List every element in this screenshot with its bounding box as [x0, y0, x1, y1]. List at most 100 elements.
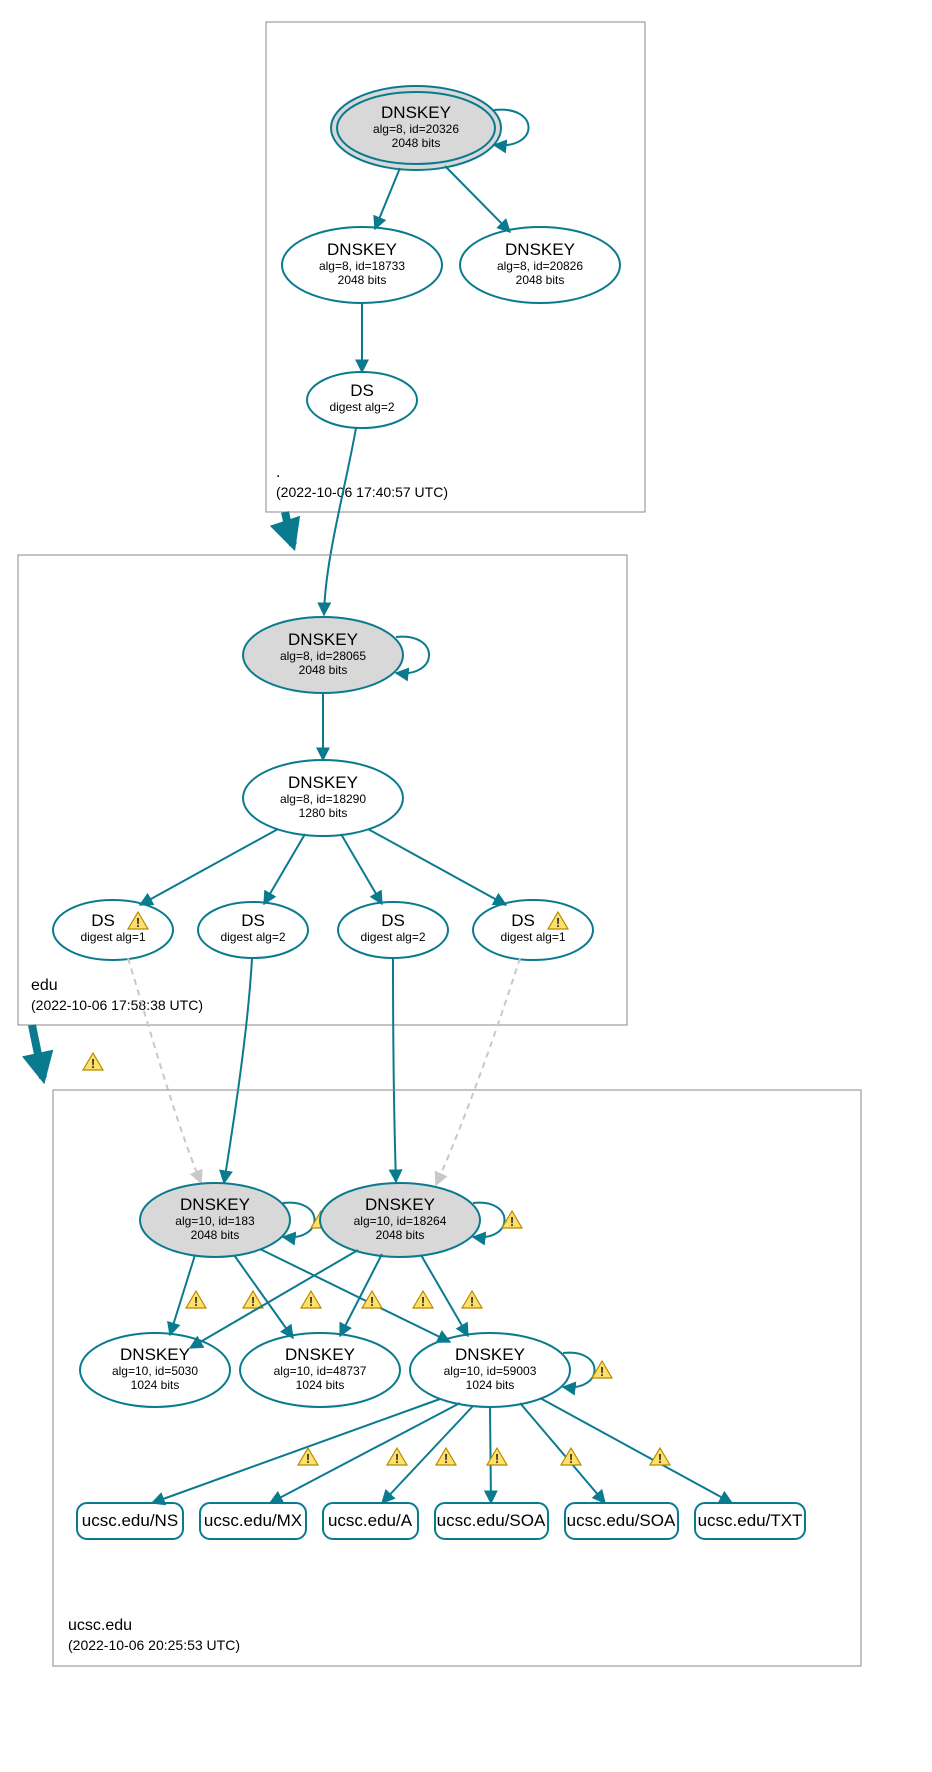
svg-text:digest alg=2: digest alg=2 [220, 930, 285, 944]
edge-root-ksk-zsk1 [375, 168, 400, 229]
edge-edu-ds2-ucsc-ksk1 [224, 958, 252, 1183]
warning-icon [462, 1291, 482, 1309]
node-edu-ksk: DNSKEY alg=8, id=28065 2048 bits [243, 617, 403, 693]
edge-edu-zsk-ds4 [368, 829, 506, 905]
edge-edu-ds3-ucsc-ksk2 [393, 958, 396, 1182]
dnssec-diagram: ! . (2022-10-06 17:40:57 UTC) DNSKEY alg… [0, 0, 932, 1772]
node-edu-ds4: DS digest alg=1 [473, 900, 593, 960]
svg-text:1024 bits: 1024 bits [296, 1378, 345, 1392]
node-root-zsk2: DNSKEY alg=8, id=20826 2048 bits [460, 227, 620, 303]
svg-text:DNSKEY: DNSKEY [288, 630, 358, 649]
svg-text:DNSKEY: DNSKEY [180, 1195, 250, 1214]
edge-edu-zsk-ds2 [264, 834, 305, 904]
svg-text:alg=8, id=18290: alg=8, id=18290 [280, 792, 366, 806]
node-rr-soa2: ucsc.edu/SOA [565, 1503, 678, 1539]
node-rr-txt: ucsc.edu/TXT [695, 1503, 805, 1539]
zone-root-name: . [276, 464, 280, 481]
svg-text:ucsc.edu/SOA: ucsc.edu/SOA [437, 1511, 546, 1530]
edge-root-to-edu [285, 512, 293, 545]
edge-ucsc-zsk3-mx [270, 1403, 460, 1503]
svg-text:alg=8, id=20326: alg=8, id=20326 [373, 122, 459, 136]
svg-text:DS: DS [91, 911, 115, 930]
warning-icon [436, 1448, 456, 1466]
edge-ucsc-zsk3-soa2 [520, 1403, 605, 1503]
svg-text:digest alg=2: digest alg=2 [329, 400, 394, 414]
edge-edu-ds1-ucsc-ksk1 [128, 958, 201, 1183]
svg-text:alg=10, id=48737: alg=10, id=48737 [274, 1364, 367, 1378]
edge-edu-ds4-ucsc-ksk2 [436, 958, 520, 1185]
node-rr-soa1: ucsc.edu/SOA [435, 1503, 548, 1539]
node-rr-mx: ucsc.edu/MX [200, 1503, 306, 1539]
svg-text:DNSKEY: DNSKEY [288, 773, 358, 792]
svg-text:1024 bits: 1024 bits [466, 1378, 515, 1392]
svg-text:DNSKEY: DNSKEY [327, 240, 397, 259]
node-ucsc-ksk1: DNSKEY alg=10, id=183 2048 bits [140, 1183, 290, 1257]
svg-text:DS: DS [350, 381, 374, 400]
warning-icon [413, 1291, 433, 1309]
node-rr-ns: ucsc.edu/NS [77, 1503, 183, 1539]
node-ucsc-ksk2: DNSKEY alg=10, id=18264 2048 bits [320, 1183, 480, 1257]
zone-ucsc-name: ucsc.edu [68, 1617, 132, 1634]
svg-text:DS: DS [241, 911, 265, 930]
svg-text:alg=10, id=183: alg=10, id=183 [175, 1214, 255, 1228]
edge-ucsc-ksk1-zsk1 [170, 1255, 195, 1335]
svg-text:alg=10, id=5030: alg=10, id=5030 [112, 1364, 198, 1378]
svg-text:DNSKEY: DNSKEY [455, 1345, 525, 1364]
svg-text:ucsc.edu/A: ucsc.edu/A [328, 1511, 413, 1530]
svg-text:alg=8, id=28065: alg=8, id=28065 [280, 649, 366, 663]
node-edu-zsk: DNSKEY alg=8, id=18290 1280 bits [243, 760, 403, 836]
svg-text:DS: DS [511, 911, 535, 930]
warning-icon [186, 1291, 206, 1309]
node-root-zsk1: DNSKEY alg=8, id=18733 2048 bits [282, 227, 442, 303]
edge-ucsc-ksk1-zsk2 [234, 1255, 293, 1338]
svg-text:digest alg=1: digest alg=1 [500, 930, 565, 944]
svg-text:DNSKEY: DNSKEY [365, 1195, 435, 1214]
svg-text:DNSKEY: DNSKEY [120, 1345, 190, 1364]
zone-edu-timestamp: (2022-10-06 17:58:38 UTC) [31, 997, 203, 1013]
svg-text:2048 bits: 2048 bits [376, 1228, 425, 1242]
svg-text:1024 bits: 1024 bits [131, 1378, 180, 1392]
svg-text:digest alg=2: digest alg=2 [360, 930, 425, 944]
node-ucsc-zsk3: DNSKEY alg=10, id=59003 1024 bits [410, 1333, 570, 1407]
svg-text:2048 bits: 2048 bits [299, 663, 348, 677]
edge-edu-zsk-ds1 [140, 829, 278, 905]
zone-ucsc-timestamp: (2022-10-06 20:25:53 UTC) [68, 1637, 240, 1653]
node-rr-a: ucsc.edu/A [323, 1503, 418, 1539]
svg-text:alg=10, id=18264: alg=10, id=18264 [354, 1214, 447, 1228]
svg-text:DNSKEY: DNSKEY [381, 103, 451, 122]
edge-root-ds-edu-ksk [324, 428, 356, 615]
edge-ucsc-ksk2-zsk3 [421, 1255, 468, 1336]
warning-icon [650, 1448, 670, 1466]
svg-text:alg=8, id=18733: alg=8, id=18733 [319, 259, 405, 273]
svg-text:DS: DS [381, 911, 405, 930]
warning-icon [298, 1448, 318, 1466]
warning-icon [387, 1448, 407, 1466]
edge-ucsc-ksk2-zsk2 [340, 1254, 382, 1336]
edge-edu-to-ucsc [32, 1025, 43, 1078]
node-edu-ds3: DS digest alg=2 [338, 902, 448, 958]
node-ucsc-zsk1: DNSKEY alg=10, id=5030 1024 bits [80, 1333, 230, 1407]
edge-edu-zsk-ds3 [341, 834, 382, 904]
zone-root-timestamp: (2022-10-06 17:40:57 UTC) [276, 484, 448, 500]
node-edu-ds2: DS digest alg=2 [198, 902, 308, 958]
svg-text:DNSKEY: DNSKEY [285, 1345, 355, 1364]
warning-icon [561, 1448, 581, 1466]
svg-text:digest alg=1: digest alg=1 [80, 930, 145, 944]
svg-text:1280 bits: 1280 bits [299, 806, 348, 820]
edge-root-ksk-zsk2 [445, 166, 510, 232]
svg-text:ucsc.edu/MX: ucsc.edu/MX [204, 1511, 302, 1530]
edge-ucsc-zsk3-soa1 [490, 1407, 491, 1503]
svg-text:ucsc.edu/SOA: ucsc.edu/SOA [567, 1511, 676, 1530]
svg-text:ucsc.edu/TXT: ucsc.edu/TXT [698, 1511, 803, 1530]
node-root-ksk: DNSKEY alg=8, id=20326 2048 bits [331, 86, 501, 170]
svg-text:2048 bits: 2048 bits [392, 136, 441, 150]
zone-edu-name: edu [31, 977, 58, 994]
node-root-ds: DS digest alg=2 [307, 372, 417, 428]
node-ucsc-zsk2: DNSKEY alg=10, id=48737 1024 bits [240, 1333, 400, 1407]
warning-icon [83, 1053, 103, 1071]
warning-icon [301, 1291, 321, 1309]
svg-text:2048 bits: 2048 bits [516, 273, 565, 287]
svg-text:2048 bits: 2048 bits [338, 273, 387, 287]
svg-text:2048 bits: 2048 bits [191, 1228, 240, 1242]
svg-text:alg=10, id=59003: alg=10, id=59003 [444, 1364, 537, 1378]
